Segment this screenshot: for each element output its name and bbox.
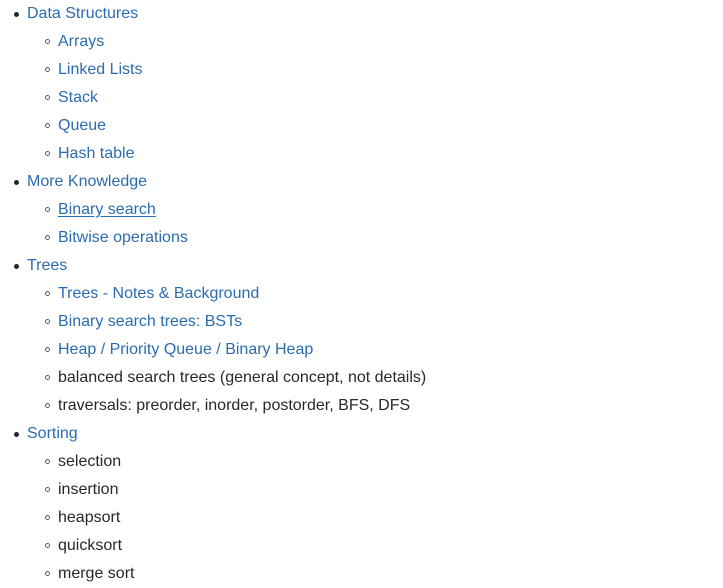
outline-child-item: balanced search trees (general concept, … bbox=[0, 364, 723, 392]
outline-subgroup: Binary search Bitwise operations bbox=[0, 196, 723, 252]
outline-child-item: Heap / Priority Queue / Binary Heap bbox=[0, 336, 723, 364]
bullet-disc-icon bbox=[14, 12, 19, 17]
bullet-circle-icon bbox=[45, 515, 50, 520]
bullet-circle-icon bbox=[45, 319, 50, 324]
bullet-circle-icon bbox=[45, 543, 50, 548]
outline-group-item: More Knowledge bbox=[0, 168, 723, 196]
outline-link-bitwise-operations[interactable]: Bitwise operations bbox=[58, 229, 188, 246]
outline-group-item: Trees bbox=[0, 252, 723, 280]
outline-child-item: Arrays bbox=[0, 28, 723, 56]
outline-child-item: quicksort bbox=[0, 532, 723, 560]
outline-group-item: Sorting bbox=[0, 420, 723, 448]
bullet-disc-icon bbox=[14, 180, 19, 185]
bullet-circle-icon bbox=[45, 39, 50, 44]
outline-link-arrays[interactable]: Arrays bbox=[58, 33, 104, 50]
outline-link-hash-table[interactable]: Hash table bbox=[58, 145, 135, 162]
outline-child-item: Binary search trees: BSTs bbox=[0, 308, 723, 336]
outline-link-linked-lists[interactable]: Linked Lists bbox=[58, 61, 143, 78]
bullet-circle-icon bbox=[45, 67, 50, 72]
outline-child-item: Trees - Notes & Background bbox=[0, 280, 723, 308]
outline-child-item: Stack bbox=[0, 84, 723, 112]
outline-child-item: Queue bbox=[0, 112, 723, 140]
outline-sublist: Trees - Notes & Background Binary search … bbox=[0, 280, 723, 420]
outline-link-stack[interactable]: Stack bbox=[58, 89, 98, 106]
bullet-circle-icon bbox=[45, 571, 50, 576]
outline-child-item: heapsort bbox=[0, 504, 723, 532]
bullet-circle-icon bbox=[45, 403, 50, 408]
outline-list: Data Structures Arrays Linked Lists Stack Qu… bbox=[0, 0, 723, 588]
bullet-circle-icon bbox=[45, 207, 50, 212]
bullet-circle-icon bbox=[45, 95, 50, 100]
outline-child-item: Linked Lists bbox=[0, 56, 723, 84]
bullet-circle-icon bbox=[45, 123, 50, 128]
outline-link-trees-notes-background[interactable]: Trees - Notes & Background bbox=[58, 285, 259, 302]
outline-child-item: selection bbox=[0, 448, 723, 476]
bullet-circle-icon bbox=[45, 151, 50, 156]
outline-text-merge-sort: merge sort bbox=[58, 565, 135, 582]
outline-sublist: Binary search Bitwise operations bbox=[0, 196, 723, 252]
bullet-disc-icon bbox=[14, 432, 19, 437]
bullet-circle-icon bbox=[45, 375, 50, 380]
outline-link-queue[interactable]: Queue bbox=[58, 117, 106, 134]
outline-text-quicksort: quicksort bbox=[58, 537, 123, 554]
outline-sublist: Arrays Linked Lists Stack Queue Hash table bbox=[0, 28, 723, 168]
outline-child-item: insertion bbox=[0, 476, 723, 504]
outline-link-sorting[interactable]: Sorting bbox=[27, 425, 78, 442]
outline-child-item: Bitwise operations bbox=[0, 224, 723, 252]
bullet-circle-icon bbox=[45, 487, 50, 492]
bullet-circle-icon bbox=[45, 291, 50, 296]
outline-link-data-structures[interactable]: Data Structures bbox=[27, 5, 138, 22]
bullet-disc-icon bbox=[14, 264, 19, 269]
outline-text-insertion: insertion bbox=[58, 481, 119, 498]
outline-subgroup: selection insertion heapsort quicksort merge… bbox=[0, 448, 723, 588]
outline-link-binary-search-trees-bsts[interactable]: Binary search trees: BSTs bbox=[58, 313, 242, 330]
outline-subgroup: Arrays Linked Lists Stack Queue Hash table bbox=[0, 28, 723, 168]
outline-sublist: selection insertion heapsort quicksort merge… bbox=[0, 448, 723, 588]
outline-text-traversals-preorder-inorder-postorder-bf: traversals: preorder, inorder, postorder… bbox=[58, 397, 411, 414]
outline-group-item: Data Structures bbox=[0, 0, 723, 28]
outline-text-heapsort: heapsort bbox=[58, 509, 121, 526]
bullet-circle-icon bbox=[45, 235, 50, 240]
outline-link-binary-search[interactable]: Binary search bbox=[58, 201, 156, 218]
outline-text-balanced-search-trees-general-concept-no: balanced search trees (general concept, … bbox=[58, 369, 427, 386]
bullet-circle-icon bbox=[45, 347, 50, 352]
outline-child-item: merge sort bbox=[0, 560, 723, 588]
outline-link-heap-priority-queue-binary-heap[interactable]: Heap / Priority Queue / Binary Heap bbox=[58, 341, 313, 358]
outline-subgroup: Trees - Notes & Background Binary search … bbox=[0, 280, 723, 420]
outline-text-selection: selection bbox=[58, 453, 122, 470]
outline-child-item: traversals: preorder, inorder, postorder… bbox=[0, 392, 723, 420]
bullet-circle-icon bbox=[45, 459, 50, 464]
outline-link-more-knowledge[interactable]: More Knowledge bbox=[27, 173, 147, 190]
outline-link-trees[interactable]: Trees bbox=[27, 257, 67, 274]
outline-child-item: Hash table bbox=[0, 140, 723, 168]
outline-child-item: Binary search bbox=[0, 196, 723, 224]
